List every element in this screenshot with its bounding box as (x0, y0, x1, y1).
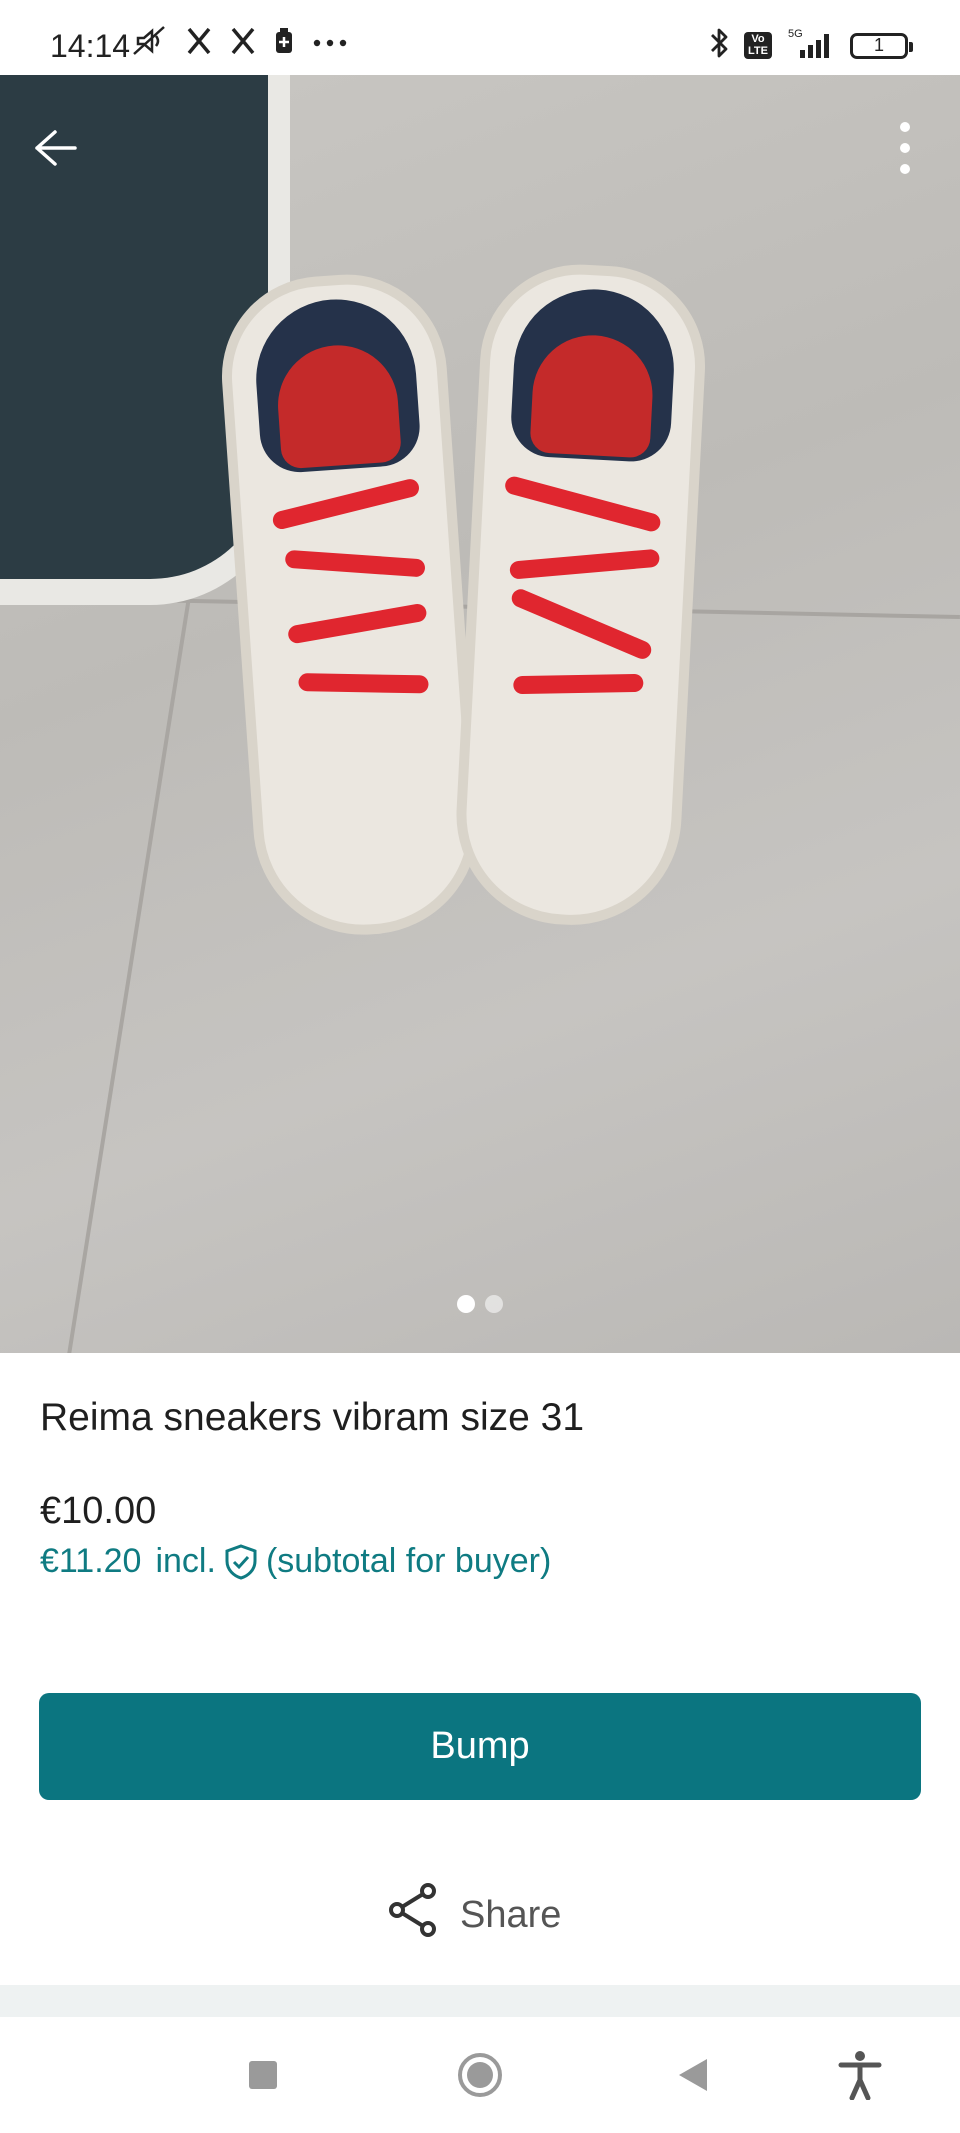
recents-button[interactable] (233, 2047, 293, 2107)
status-right-icons: Vo LTE 5G 1 (708, 26, 913, 65)
bump-button[interactable]: Bump (39, 1693, 921, 1800)
product-photo[interactable] (0, 75, 960, 1353)
carousel-indicator (0, 1295, 960, 1313)
carousel-dot[interactable] (485, 1295, 503, 1313)
accessibility-icon (837, 2050, 883, 2105)
buyer-incl-label: incl. (155, 1542, 216, 1580)
mute-icon (130, 24, 168, 63)
section-divider (0, 1985, 960, 2017)
floor-tile-edge (65, 515, 204, 1353)
listing-title: Reima sneakers vibram size 31 (40, 1396, 585, 1439)
status-bar: 14:14 Vo LTE 5G 1 (0, 0, 960, 75)
battery-saver-icon (274, 27, 294, 60)
back-triangle-icon (677, 2057, 709, 2098)
more-options-button[interactable] (870, 115, 940, 185)
volte-icon: Vo LTE (744, 31, 772, 60)
listing-price: €10.00 (40, 1490, 157, 1532)
home-button[interactable] (450, 2047, 510, 2107)
arrow-left-icon (33, 128, 77, 173)
svg-text:5G: 5G (788, 28, 803, 40)
more-vertical-icon (899, 121, 911, 180)
buyer-protection-shield-icon (224, 1543, 258, 1580)
share-icon (388, 1883, 438, 1947)
left-sneaker (215, 267, 486, 943)
battery-icon: 1 (850, 32, 913, 59)
x-icon (186, 26, 212, 61)
back-nav-button[interactable] (663, 2047, 723, 2107)
status-left-icons (130, 24, 348, 63)
home-circle-icon (457, 2052, 503, 2103)
buyer-price-line[interactable]: €11.20 incl. (subtotal for buyer) (40, 1542, 551, 1581)
x-icon (230, 26, 256, 61)
carousel-dot[interactable] (457, 1295, 475, 1313)
status-time: 14:14 (50, 28, 131, 64)
accessibility-button[interactable] (830, 2047, 890, 2107)
back-button[interactable] (20, 115, 90, 185)
right-sneaker (450, 259, 711, 931)
recents-square-icon (247, 2059, 279, 2096)
share-button[interactable]: Share (388, 1880, 561, 1950)
signal-5g-icon: 5G (786, 26, 836, 65)
more-dots-icon (312, 35, 348, 53)
buyer-note: (subtotal for buyer) (265, 1542, 552, 1580)
buyer-price: €11.20 (40, 1542, 142, 1580)
share-label: Share (460, 1893, 562, 1936)
system-nav-bar (0, 2017, 960, 2133)
bluetooth-icon (708, 26, 730, 65)
